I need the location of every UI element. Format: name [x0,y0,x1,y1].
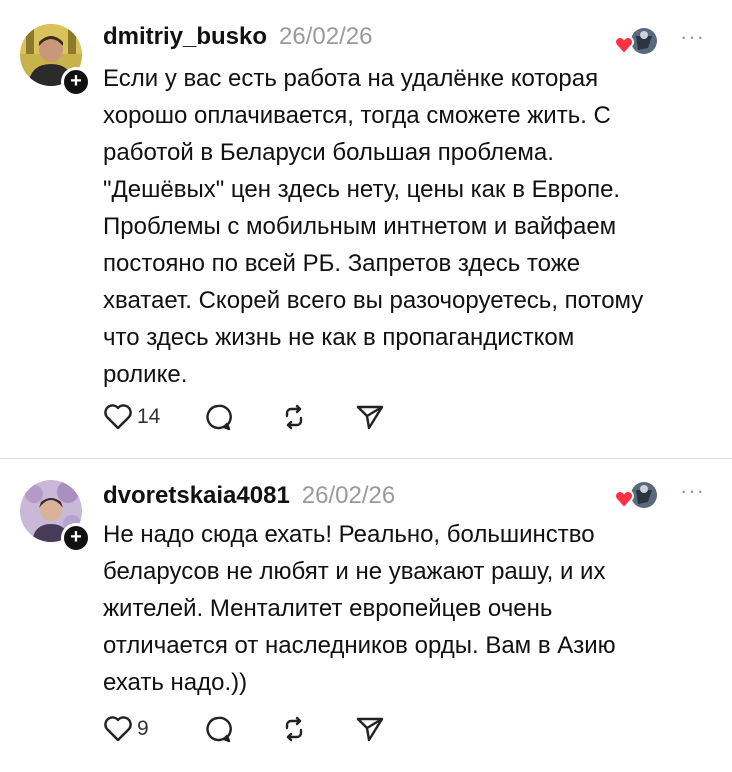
share-button[interactable] [355,402,385,432]
like-button[interactable]: 9 [103,714,203,744]
repost-arrows-icon [285,716,303,742]
reply-button[interactable] [203,714,279,744]
post-text: Не надо сюда ехать! Реально, большинство… [103,521,616,696]
post-text: Если у вас есть работа на удалёнке котор… [103,65,644,388]
action-bar: 14 [103,402,385,432]
repost-button[interactable] [279,402,355,432]
send-icon [356,405,384,430]
post-date: 26/02/26 [301,482,396,509]
like-count: 14 [137,405,161,428]
follow-button[interactable]: + [61,523,91,553]
liked-by-author-badge[interactable] [614,26,658,58]
comment-bubble-icon [206,716,232,743]
heart-outline-icon [104,404,132,430]
share-button[interactable] [355,714,385,744]
post: + dmitriy_busko 26/02/26 ··· Если у вас … [0,0,732,459]
plus-icon: + [70,526,82,548]
comment-bubble-icon [206,404,232,431]
username[interactable]: dmitriy_busko [103,23,267,51]
send-icon [356,717,384,742]
liked-by-author-badge[interactable] [614,480,658,512]
heart-outline-icon [104,716,132,742]
like-button[interactable]: 14 [103,402,203,432]
repost-arrows-icon [285,404,303,430]
post-date: 26/02/26 [279,23,373,50]
post-header: dmitriy_busko 26/02/26 [103,23,372,51]
username[interactable]: dvoretskaia4081 [103,482,290,510]
action-bar: 9 [103,714,385,744]
more-options-button[interactable]: ··· [680,24,705,50]
more-options-button[interactable]: ··· [680,478,705,504]
plus-icon: + [70,70,82,92]
post-divider [0,458,732,459]
reply-button[interactable] [203,402,279,432]
heart-filled-icon [614,490,634,510]
heart-filled-icon [614,36,634,56]
follow-button[interactable]: + [61,67,91,97]
post: + dvoretskaia4081 26/02/26 ··· Не надо с… [0,460,732,772]
repost-button[interactable] [279,714,355,744]
post-header: dvoretskaia4081 26/02/26 [103,482,395,510]
like-count: 9 [137,717,149,740]
